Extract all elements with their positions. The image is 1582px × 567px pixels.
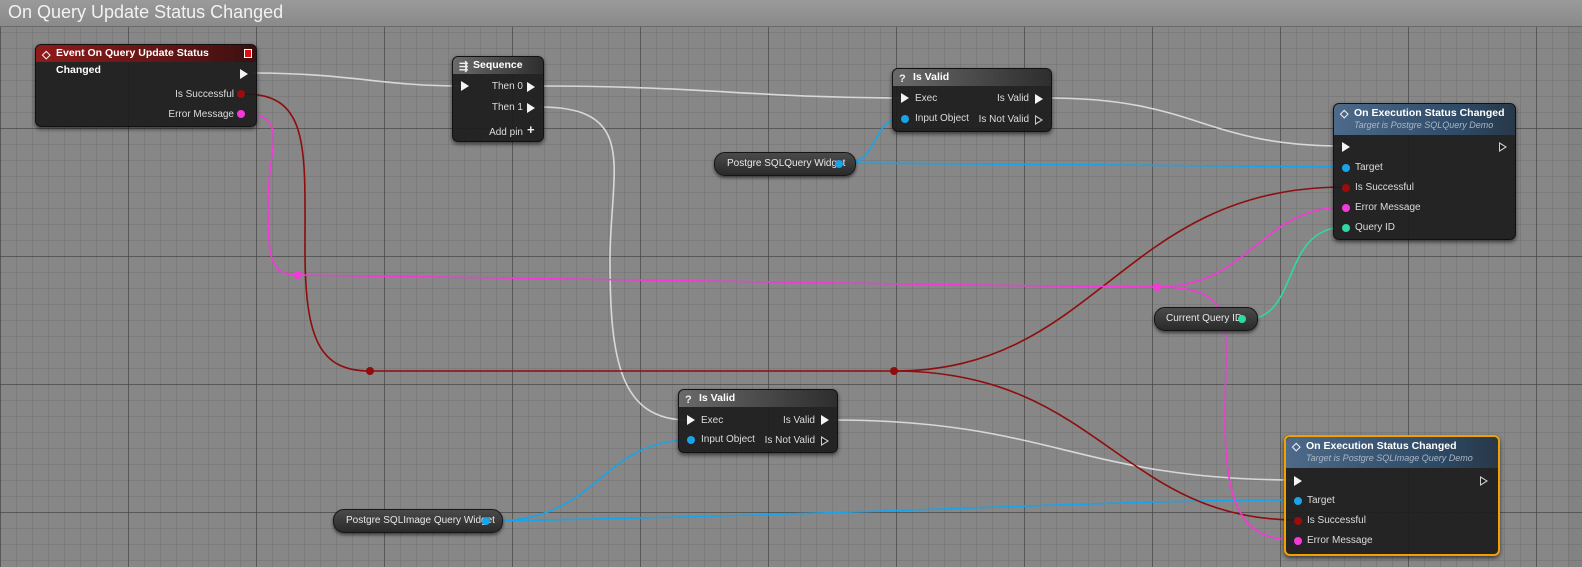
exec-status-top-error-label: Error Message [1355,202,1421,213]
exec-status-bottom-target-pin[interactable] [1294,497,1302,505]
exec-status-top-exec-out[interactable] [1499,142,1507,152]
event-diamond-icon: ◇ [42,49,51,61]
exec-status-top-header: ◇ On Execution Status Changed Target is … [1334,104,1515,135]
object-wire-image-widget-to-target [492,499,1298,522]
exec-status-bottom-exec-out[interactable] [1480,476,1488,486]
reroute-knot-bool-left [366,367,374,375]
exec-status-bottom-successful-label: Is Successful [1307,515,1366,526]
variable-query-widget-pin[interactable] [835,160,843,168]
variable-current-query-id-pin[interactable] [1238,315,1246,323]
sequence-then0-label: Then 0 [491,81,523,92]
event-node-header: ◇ Event On Query Update Status Changed [36,45,256,76]
function-diamond-icon: ◇ [1292,441,1301,453]
exec-status-top-title: On Execution Status Changed [1354,107,1505,119]
is-valid-top-header: ? Is Valid [893,69,1051,86]
variable-image-widget-label: Postgre SQLImage Query Widget [346,515,495,526]
string-wire-to-top-error [1156,206,1346,288]
is-valid-top-out-valid-label: Is Valid [996,93,1029,104]
is-valid-top-out-not-valid-pin[interactable] [1035,115,1043,125]
is-valid-node-bottom[interactable]: ? Is Valid Exec Is Valid Input Object Is… [678,389,838,453]
event-exec-out-pin[interactable] [240,69,248,79]
reroute-knot-string-right [1153,283,1161,291]
object-wire-image-widget-to-input [492,439,691,522]
object-wire-widget-to-target [845,162,1346,168]
is-valid-bottom-out-not-valid-label: Is Not Valid [764,435,815,446]
is-valid-top-input-object-pin[interactable] [901,115,909,123]
exec-wire-then0-to-isvalid [539,85,903,99]
exec-status-top-subtitle: Target is Postgre SQLQuery Demo [1354,120,1494,130]
sequence-node[interactable]: ⇶ Sequence Then 0 Then 1 Add pin + [452,56,544,142]
is-valid-bottom-input-object-pin[interactable] [687,436,695,444]
sequence-node-title: Sequence [473,59,523,71]
exec-status-node-top[interactable]: ◇ On Execution Status Changed Target is … [1333,103,1516,240]
reroute-knot-bool-right [890,367,898,375]
exec-status-bottom-header: ◇ On Execution Status Changed Target is … [1286,437,1498,468]
exec-status-top-queryid-pin[interactable] [1342,224,1350,232]
event-pin-error-message[interactable] [237,110,245,118]
exec-status-top-exec-in[interactable] [1342,142,1350,152]
exec-status-top-queryid-label: Query ID [1355,222,1396,233]
variable-query-widget-label: Postgre SQLQuery Widget [727,158,846,169]
macro-question-icon: ? [899,73,906,85]
sequence-then0-pin[interactable] [527,82,535,92]
variable-current-query-id-label: Current Query ID [1166,313,1243,324]
exec-status-top-successful-pin[interactable] [1342,184,1350,192]
event-node[interactable]: ◇ Event On Query Update Status Changed I… [35,44,257,127]
exec-wire-isvalid-to-exec-top [1046,97,1346,147]
is-valid-bottom-title: Is Valid [699,392,736,404]
is-valid-top-input-label: Input Object [915,113,969,124]
is-valid-top-title: Is Valid [913,71,950,83]
exec-status-top-target-label: Target [1355,162,1383,173]
event-pin-is-successful[interactable] [237,90,245,98]
exec-status-top-target-pin[interactable] [1342,164,1350,172]
event-pin-error-message-label: Error Message [168,109,234,120]
is-valid-bottom-header: ? Is Valid [679,390,837,407]
exec-status-top-error-pin[interactable] [1342,204,1350,212]
sequence-node-header: ⇶ Sequence [453,57,543,74]
exec-status-node-bottom[interactable]: ◇ On Execution Status Changed Target is … [1284,435,1500,556]
variable-current-query-id[interactable]: Current Query ID [1154,307,1258,331]
is-valid-top-exec-in[interactable] [901,93,909,103]
exec-status-bottom-subtitle: Target is Postgre SQLImage Query Demo [1306,453,1473,463]
sequence-add-pin-label[interactable]: Add pin [489,127,523,138]
event-delegate-icon [244,49,252,58]
is-valid-node-top[interactable]: ? Is Valid Exec Is Valid Input Object Is… [892,68,1052,132]
variable-image-widget[interactable]: Postgre SQLImage Query Widget [333,509,503,533]
macro-question-icon: ? [685,394,692,406]
sequence-icon: ⇶ [459,61,469,73]
is-valid-bottom-exec-in[interactable] [687,415,695,425]
variable-query-widget[interactable]: Postgre SQLQuery Widget [714,152,856,176]
exec-status-bottom-title: On Execution Status Changed [1306,440,1457,452]
is-valid-bottom-out-not-valid-pin[interactable] [821,436,829,446]
is-valid-bottom-exec-label: Exec [701,415,724,426]
exec-wire-then1-to-isvalid [539,106,689,421]
is-valid-bottom-input-label: Input Object [701,434,755,445]
event-pin-is-successful-label: Is Successful [175,89,234,100]
bool-wire-successful-down [244,93,371,372]
is-valid-bottom-out-valid-pin[interactable] [821,415,829,425]
variable-image-widget-pin[interactable] [482,517,490,525]
string-wire-errormsg-down [244,113,299,276]
exec-status-bottom-successful-pin[interactable] [1294,517,1302,525]
add-pin-plus-icon[interactable]: + [527,122,535,137]
exec-status-top-successful-label: Is Successful [1355,182,1414,193]
sequence-then1-label: Then 1 [491,102,523,113]
is-valid-bottom-out-valid-label: Is Valid [782,415,815,426]
is-valid-top-exec-label: Exec [915,93,938,104]
exec-status-bottom-error-label: Error Message [1307,535,1373,546]
event-node-title: Event On Query Update Status Changed [56,47,209,76]
sequence-then1-pin[interactable] [527,103,535,113]
string-wire-reroute-line [297,274,1158,288]
is-valid-top-out-not-valid-label: Is Not Valid [978,114,1029,125]
bool-wire-to-bottom-successful [893,370,1298,521]
reroute-knot-string [294,271,302,279]
function-diamond-icon: ◇ [1340,108,1349,120]
exec-wire-event-to-sequence [251,72,463,87]
exec-status-bottom-error-pin[interactable] [1294,537,1302,545]
bool-wire-to-top-successful [893,186,1346,372]
is-valid-top-out-valid-pin[interactable] [1035,94,1043,104]
exec-status-bottom-exec-in[interactable] [1294,476,1302,486]
sequence-exec-in-pin[interactable] [461,81,469,91]
exec-status-bottom-target-label: Target [1307,495,1335,506]
